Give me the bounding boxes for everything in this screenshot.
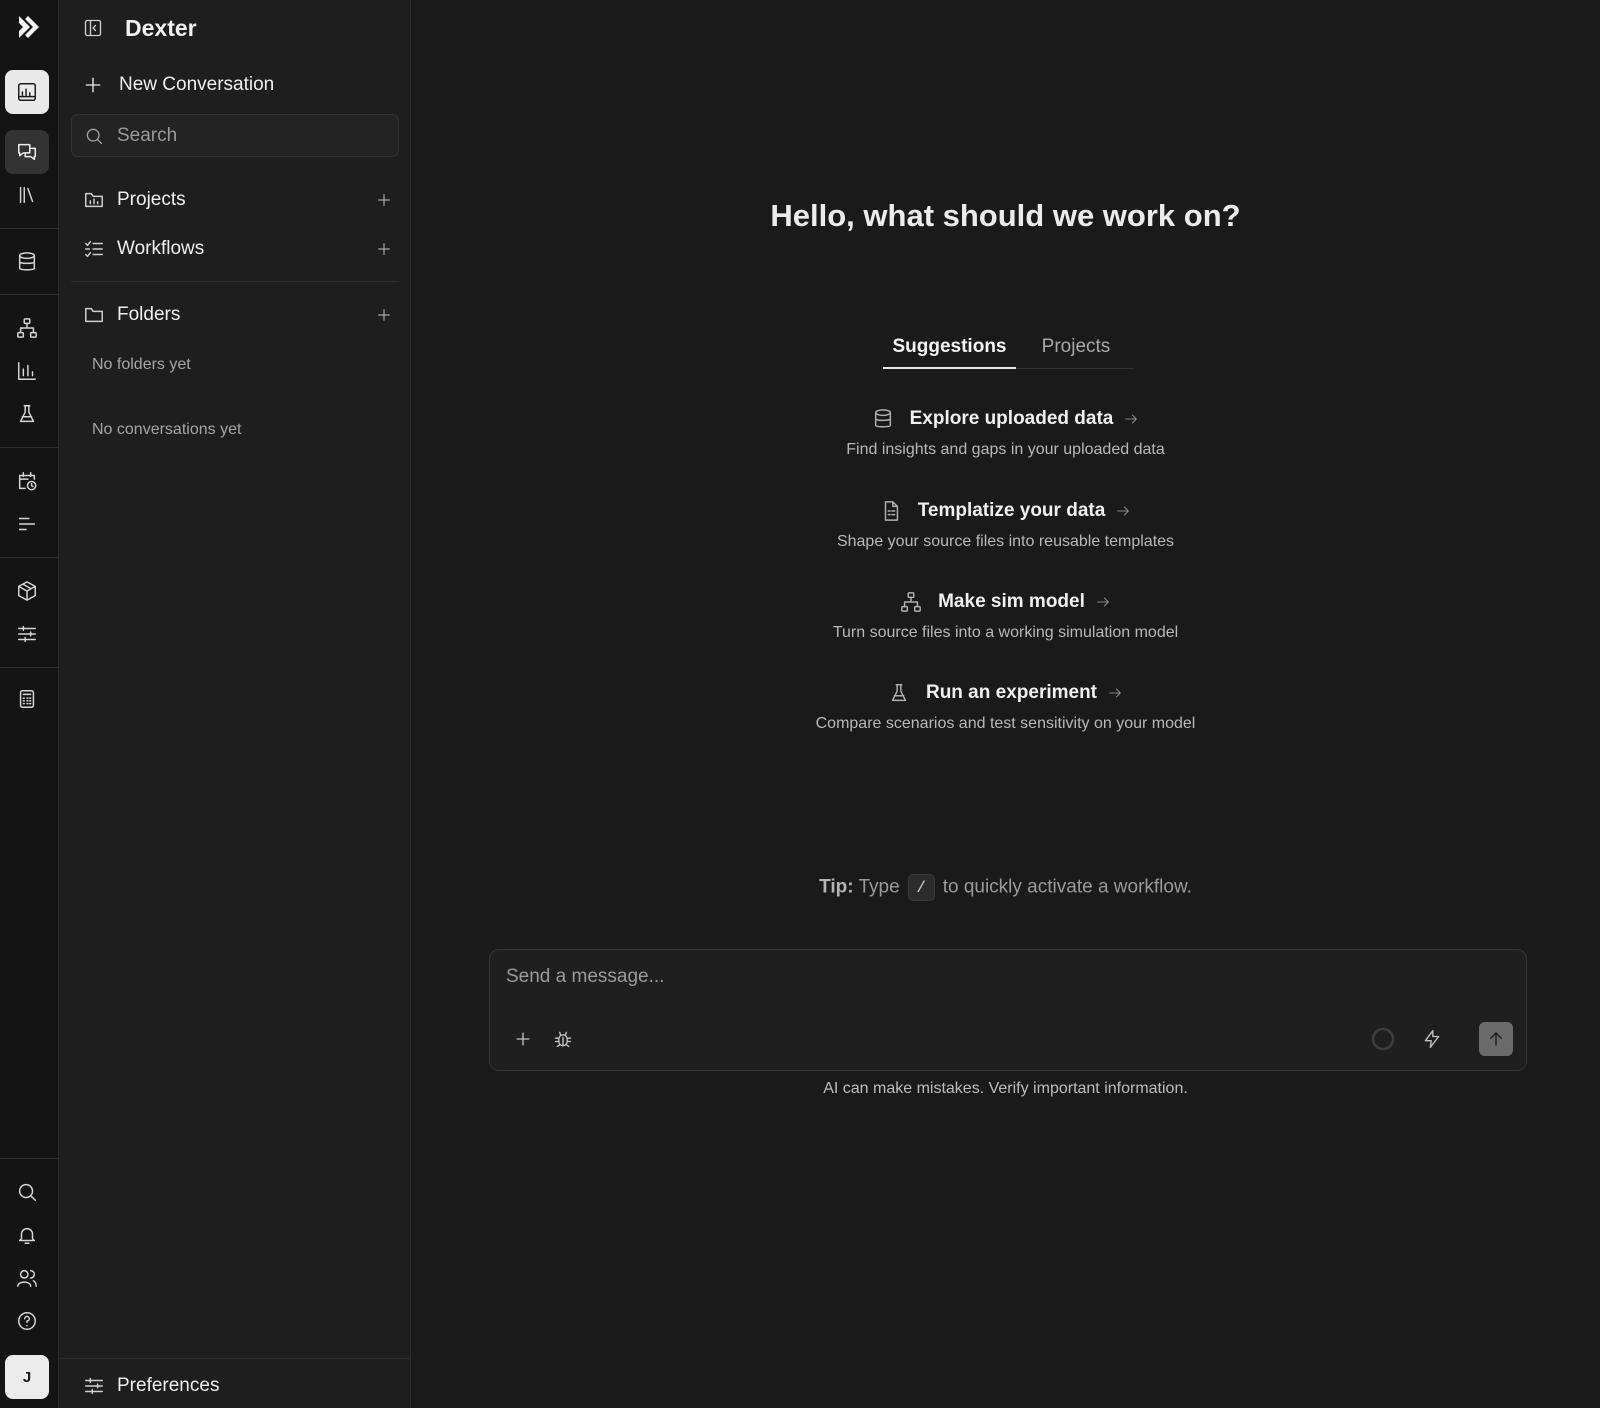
new-conversation-button[interactable]: New Conversation [83, 74, 274, 96]
dashboard-icon[interactable] [5, 70, 49, 114]
tip-before: Type [858, 876, 900, 898]
circle-icon [1371, 1027, 1395, 1051]
arrow-right-icon [1107, 685, 1123, 701]
attach-button[interactable] [506, 1022, 540, 1056]
list-filter-icon[interactable] [5, 502, 49, 546]
sliders-icon[interactable] [5, 612, 49, 656]
arrow-right-icon [1095, 594, 1111, 610]
sidebar-item-label: Workflows [117, 238, 205, 259]
calculator-icon[interactable] [5, 677, 49, 721]
calendar-clock-icon[interactable] [5, 459, 49, 503]
suggestion-title: Templatize your data [917, 500, 1106, 521]
sidebar: Dexter New Conversation Projects Workflo… [59, 0, 411, 1408]
icon-rail: J [0, 0, 59, 1408]
plus-icon [83, 75, 103, 95]
message-input[interactable] [506, 966, 1506, 998]
sidebar-item-projects[interactable]: Projects [83, 185, 393, 215]
database-icon [872, 408, 894, 430]
add-project-button[interactable] [375, 191, 393, 209]
lightning-icon [1422, 1029, 1442, 1049]
flask-icon[interactable] [5, 392, 49, 436]
suggestion-templatize-data[interactable]: Templatize your data Shape your source f… [411, 498, 1600, 551]
sidebar-title: Dexter [125, 14, 197, 41]
tab-bar: Suggestions Projects [883, 333, 1133, 369]
status-indicator [1366, 1022, 1400, 1056]
suggestion-title: Run an experiment [925, 682, 1098, 703]
collapse-sidebar-icon[interactable] [83, 18, 103, 38]
plus-icon [513, 1029, 533, 1049]
preferences-button[interactable]: Preferences [83, 1375, 219, 1397]
new-conversation-label: New Conversation [119, 74, 275, 95]
tip-after: to quickly activate a workflow. [942, 876, 1192, 898]
tab-projects[interactable]: Projects [1031, 333, 1121, 369]
disclaimer-text: AI can make mistakes. Verify important i… [823, 1080, 1188, 1097]
send-button[interactable] [1479, 1022, 1513, 1056]
arrow-right-icon [1123, 411, 1139, 427]
hierarchy-icon[interactable] [5, 306, 49, 350]
suggestion-title: Explore uploaded data [909, 408, 1114, 429]
sidebar-header: Dexter [83, 14, 197, 42]
add-folder-button[interactable] [375, 306, 393, 324]
suggestion-description: Compare scenarios and test sensitivity o… [815, 715, 1196, 732]
flask-icon [888, 682, 910, 704]
greeting-heading: Hello, what should we work on? [770, 198, 1241, 233]
bell-icon[interactable] [5, 1213, 49, 1257]
sidebar-item-label: Folders [117, 304, 181, 325]
no-folders-text: No folders yet [92, 356, 191, 373]
suggestion-description: Turn source files into a working simulat… [832, 624, 1179, 641]
bar-chart-icon[interactable] [5, 349, 49, 393]
preferences-label: Preferences [117, 1375, 220, 1396]
tip-label: Tip: [819, 876, 854, 898]
arrow-right-icon [1115, 503, 1131, 519]
workflow-button[interactable] [1415, 1022, 1449, 1056]
document-icon [880, 500, 902, 522]
tab-suggestions[interactable]: Suggestions [883, 333, 1016, 369]
search-icon[interactable] [5, 1170, 49, 1214]
search-field[interactable] [71, 114, 399, 157]
hierarchy-icon [900, 591, 922, 613]
suggestion-title: Make sim model [938, 591, 1085, 612]
package-icon[interactable] [5, 569, 49, 613]
sliders-icon [83, 1375, 105, 1397]
checklist-icon [83, 238, 105, 260]
sidebar-item-label: Projects [117, 189, 186, 210]
suggestion-make-sim-model[interactable]: Make sim model Turn source files into a … [411, 589, 1600, 642]
bug-icon [553, 1029, 573, 1049]
add-workflow-button[interactable] [375, 240, 393, 258]
folder-icon [83, 304, 105, 326]
debug-button[interactable] [546, 1022, 580, 1056]
library-icon[interactable] [5, 173, 49, 217]
users-icon[interactable] [5, 1256, 49, 1300]
sidebar-item-folders[interactable]: Folders [83, 300, 393, 330]
suggestion-description: Find insights and gaps in your uploaded … [846, 441, 1165, 458]
suggestion-explore-data[interactable]: Explore uploaded data Find insights and … [411, 406, 1600, 459]
tip-text: Tip: Type / to quickly activate a workflow… [411, 874, 1600, 901]
user-avatar[interactable]: J [5, 1355, 49, 1399]
dexter-logo[interactable] [16, 14, 42, 40]
main-panel: Hello, what should we work on? Suggestio… [411, 0, 1600, 1408]
search-icon [84, 126, 104, 146]
database-icon[interactable] [5, 240, 49, 284]
suggestion-run-experiment[interactable]: Run an experiment Compare scenarios and … [411, 680, 1600, 733]
message-composer [489, 949, 1527, 1071]
help-icon[interactable] [5, 1299, 49, 1343]
sidebar-item-workflows[interactable]: Workflows [83, 234, 393, 264]
folder-chart-icon [83, 189, 105, 211]
search-input[interactable] [117, 124, 387, 147]
slash-key: / [907, 874, 935, 901]
suggestion-description: Shape your source files into reusable te… [836, 533, 1175, 550]
arrow-up-icon [1487, 1030, 1505, 1048]
no-conversations-text: No conversations yet [92, 421, 242, 438]
chat-icon[interactable] [5, 130, 49, 174]
